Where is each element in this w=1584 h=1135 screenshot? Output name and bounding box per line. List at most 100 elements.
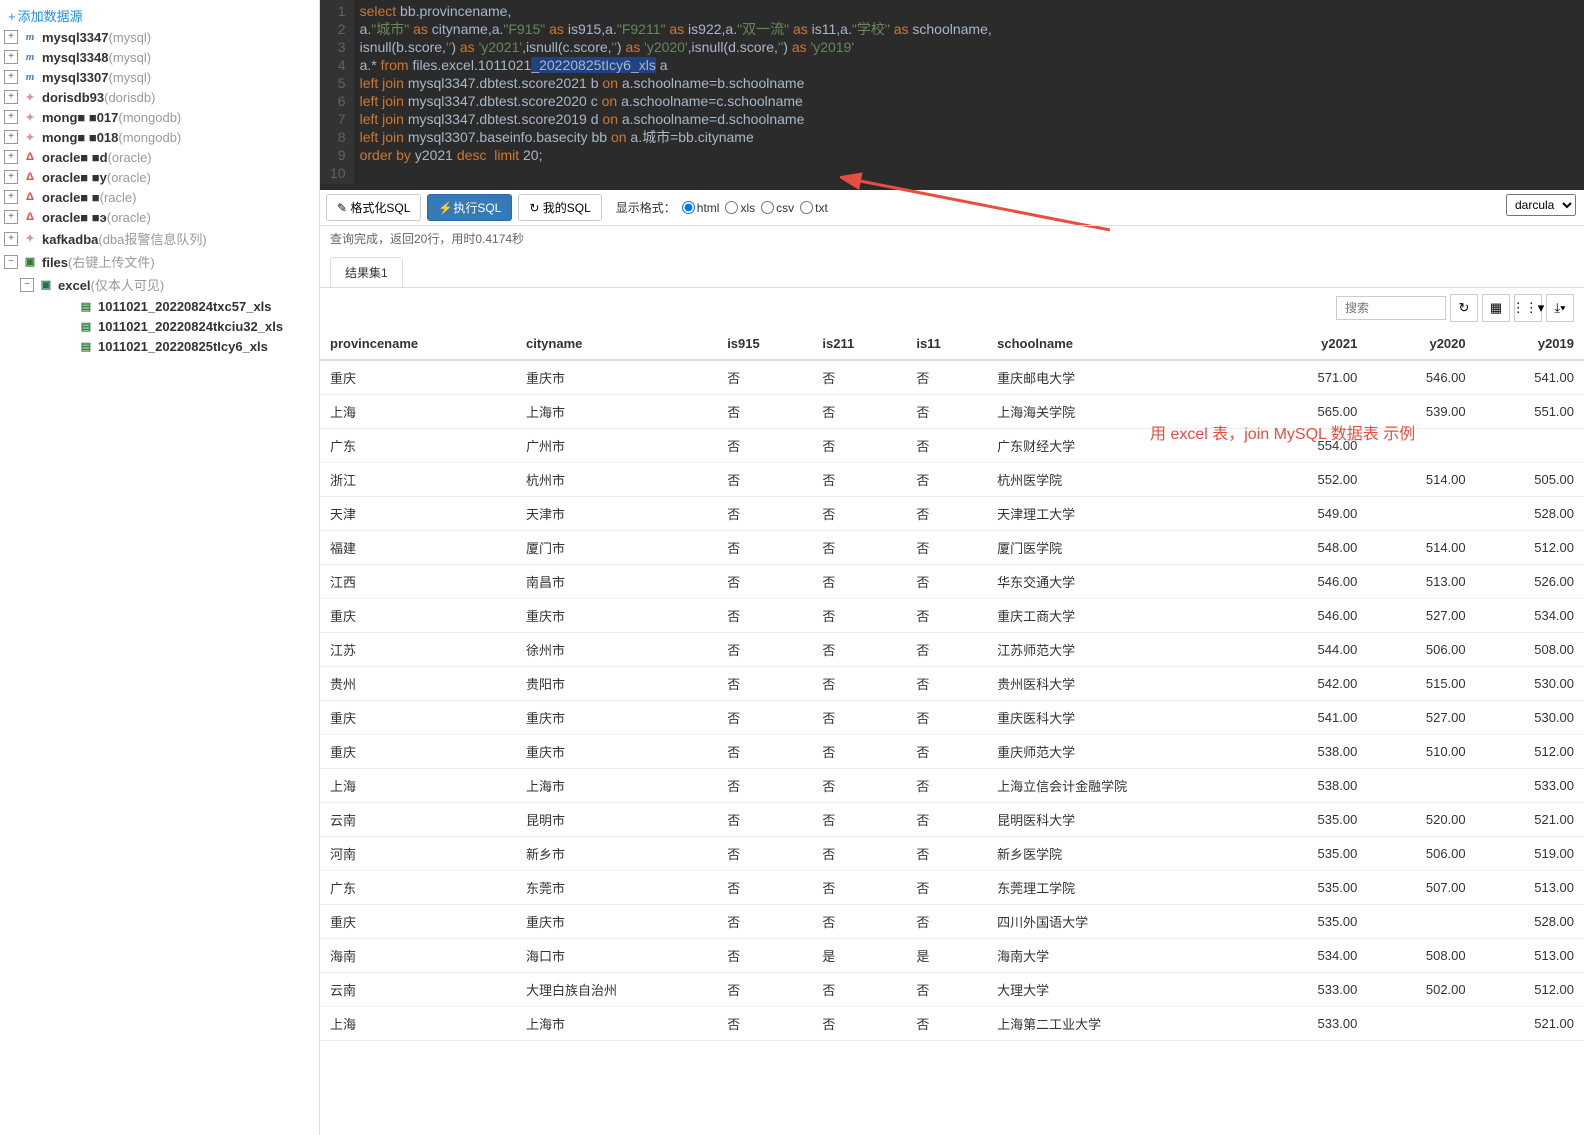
cell: 否 (717, 429, 812, 463)
col-provincename[interactable]: provincename (320, 328, 516, 360)
col-is211[interactable]: is211 (812, 328, 906, 360)
tree-item[interactable]: ✦mong■ ■017(mongodb) (0, 107, 319, 127)
col-is915[interactable]: is915 (717, 328, 812, 360)
tree-item[interactable]: mmysql3347(mysql) (0, 27, 319, 47)
code-area[interactable]: select bb.provincename, a."城市" as cityna… (354, 0, 1584, 184)
format-radio[interactable] (800, 201, 813, 214)
cell (1367, 1007, 1475, 1041)
tree-item[interactable]: Δoracle■ ■э(oracle) (0, 207, 319, 227)
col-schoolname[interactable]: schoolname (987, 328, 1259, 360)
cell: 549.00 (1259, 497, 1367, 531)
col-y2021[interactable]: y2021 (1259, 328, 1367, 360)
col-y2019[interactable]: y2019 (1476, 328, 1584, 360)
table-row[interactable]: 上海上海市否否否上海第二工业大学533.00521.00 (320, 1007, 1584, 1041)
tree-item-file[interactable]: ▤1011021_20220824txc57_xls (0, 296, 319, 316)
cell: 否 (906, 871, 987, 905)
expand-icon[interactable] (4, 30, 18, 44)
cell: 546.00 (1259, 565, 1367, 599)
cell: 541.00 (1259, 701, 1367, 735)
grid-icon[interactable]: ⋮⋮▾ (1514, 294, 1542, 322)
add-datasource-link[interactable]: 添加数据源 (0, 4, 319, 27)
cell: 云南 (320, 973, 516, 1007)
table-row[interactable]: 重庆重庆市否否否四川外国语大学535.00528.00 (320, 905, 1584, 939)
table-row[interactable]: 天津天津市否否否天津理工大学549.00528.00 (320, 497, 1584, 531)
format-radio[interactable] (725, 201, 738, 214)
expand-icon[interactable] (4, 130, 18, 144)
format-sql-button[interactable]: ✎ 格式化SQL (326, 194, 421, 221)
cell: 昆明市 (516, 803, 717, 837)
cell: 541.00 (1476, 360, 1584, 395)
expand-icon[interactable] (4, 90, 18, 104)
expand-icon[interactable] (4, 50, 18, 64)
table-row[interactable]: 江苏徐州市否否否江苏师范大学544.00506.00508.00 (320, 633, 1584, 667)
table-row[interactable]: 重庆重庆市否否否重庆工商大学546.00527.00534.00 (320, 599, 1584, 633)
tree-item-file[interactable]: ▤1011021_20220824tkciu32_xls (0, 316, 319, 336)
format-radio[interactable] (682, 201, 695, 214)
table-row[interactable]: 河南新乡市否否否新乡医学院535.00506.00519.00 (320, 837, 1584, 871)
table-row[interactable]: 重庆重庆市否否否重庆邮电大学571.00546.00541.00 (320, 360, 1584, 395)
tree-item[interactable]: Δoracle■ ■d(oracle) (0, 147, 319, 167)
tree-label: oracle■ ■y(oracle) (42, 170, 151, 185)
table-row[interactable]: 云南昆明市否否否昆明医科大学535.00520.00521.00 (320, 803, 1584, 837)
format-xls[interactable]: xls (725, 201, 755, 215)
col-cityname[interactable]: cityname (516, 328, 717, 360)
my-sql-button[interactable]: ↻ 我的SQL (518, 194, 601, 221)
result-tabs: 结果集1 (320, 257, 1584, 288)
expand-icon[interactable] (4, 210, 18, 224)
table-row[interactable]: 浙江杭州市否否否杭州医学院552.00514.00505.00 (320, 463, 1584, 497)
expand-icon[interactable] (4, 150, 18, 164)
expand-icon[interactable] (4, 70, 18, 84)
tree-item[interactable]: ✦dorisdb93(dorisdb) (0, 87, 319, 107)
format-radio[interactable] (761, 201, 774, 214)
tree-item[interactable]: mmysql3348(mysql) (0, 47, 319, 67)
theme-select[interactable]: darcula (1506, 194, 1576, 216)
table-row[interactable]: 云南大理白族自治州否否否大理大学533.00502.00512.00 (320, 973, 1584, 1007)
format-csv[interactable]: csv (761, 201, 794, 215)
table-row[interactable]: 上海上海市否否否上海立信会计金融学院538.00533.00 (320, 769, 1584, 803)
columns-icon[interactable]: ▦ (1482, 294, 1510, 322)
cell: 上海市 (516, 769, 717, 803)
expand-icon[interactable] (4, 110, 18, 124)
annotation-text: 用 excel 表，join MySQL 数据表 示例 (1150, 420, 1415, 444)
expand-icon[interactable] (20, 278, 34, 292)
table-row[interactable]: 广东东莞市否否否东莞理工学院535.00507.00513.00 (320, 871, 1584, 905)
cell: 大理大学 (987, 973, 1259, 1007)
cell: 东莞市 (516, 871, 717, 905)
expand-icon[interactable] (4, 170, 18, 184)
table-row[interactable]: 重庆重庆市否否否重庆师范大学538.00510.00512.00 (320, 735, 1584, 769)
search-input[interactable] (1336, 296, 1446, 320)
table-row[interactable]: 福建厦门市否否否厦门医学院548.00514.00512.00 (320, 531, 1584, 565)
cell: 否 (717, 905, 812, 939)
col-y2020[interactable]: y2020 (1367, 328, 1475, 360)
oracle-icon: Δ (22, 209, 38, 225)
export-icon[interactable]: ⤓▾ (1546, 294, 1574, 322)
tree-item[interactable]: mmysql3307(mysql) (0, 67, 319, 87)
expand-icon[interactable] (4, 255, 18, 269)
tab-resultset-1[interactable]: 结果集1 (330, 257, 403, 287)
format-html[interactable]: html (682, 201, 720, 215)
table-row[interactable]: 海南海口市否是是海南大学534.00508.00513.00 (320, 939, 1584, 973)
format-txt[interactable]: txt (800, 201, 828, 215)
tree-item[interactable]: Δoracle■ ■y(oracle) (0, 167, 319, 187)
table-row[interactable]: 江西南昌市否否否华东交通大学546.00513.00526.00 (320, 565, 1584, 599)
cell: 否 (717, 1007, 812, 1041)
tree-item-excel[interactable]: ▣excel(仅本人可见) (0, 273, 319, 296)
cell: 天津市 (516, 497, 717, 531)
sql-editor[interactable]: 12345678910 select bb.provincename, a."城… (320, 0, 1584, 190)
tree-item[interactable]: ✦mong■ ■018(mongodb) (0, 127, 319, 147)
cell: 521.00 (1476, 1007, 1584, 1041)
table-row[interactable]: 重庆重庆市否否否重庆医科大学541.00527.00530.00 (320, 701, 1584, 735)
file-icon: ▤ (78, 338, 94, 354)
tree-item[interactable]: Δoracle■ ■(racle) (0, 187, 319, 207)
expand-icon[interactable] (4, 232, 18, 246)
refresh-icon[interactable]: ↻ (1450, 294, 1478, 322)
col-is11[interactable]: is11 (906, 328, 987, 360)
cell: 海南大学 (987, 939, 1259, 973)
expand-icon[interactable] (4, 190, 18, 204)
tree-item[interactable]: ▣files(右键上传文件) (0, 250, 319, 273)
cell: 重庆 (320, 360, 516, 395)
tree-item[interactable]: ✦kafkadba(dba报警信息队列) (0, 227, 319, 250)
table-row[interactable]: 贵州贵阳市否否否贵州医科大学542.00515.00530.00 (320, 667, 1584, 701)
execute-sql-button[interactable]: ⚡执行SQL (427, 194, 512, 221)
tree-item-file[interactable]: ▤1011021_20220825tIcy6_xls (0, 336, 319, 356)
